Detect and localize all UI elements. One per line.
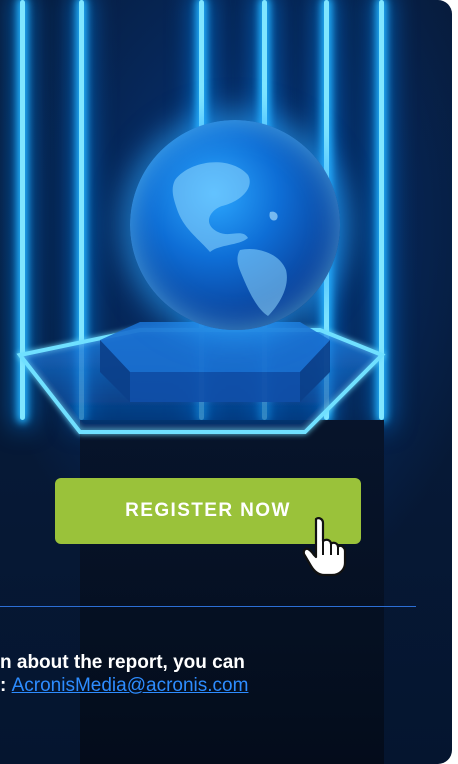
section-divider — [0, 606, 416, 607]
contact-email-line: : AcronisMedia@acronis.com — [0, 675, 248, 697]
display-case-illustration — [16, 322, 386, 434]
continents-illustration — [172, 162, 287, 316]
contact-text: n about the report, you can — [0, 652, 245, 673]
hand-pointer-icon — [302, 517, 347, 577]
email-link[interactable]: AcronisMedia@acronis.com — [12, 675, 249, 696]
globe-hologram-image — [130, 120, 340, 330]
promo-panel: REGISTER NOW n about the report, you can… — [0, 0, 452, 764]
contact-colon: : — [0, 675, 12, 696]
